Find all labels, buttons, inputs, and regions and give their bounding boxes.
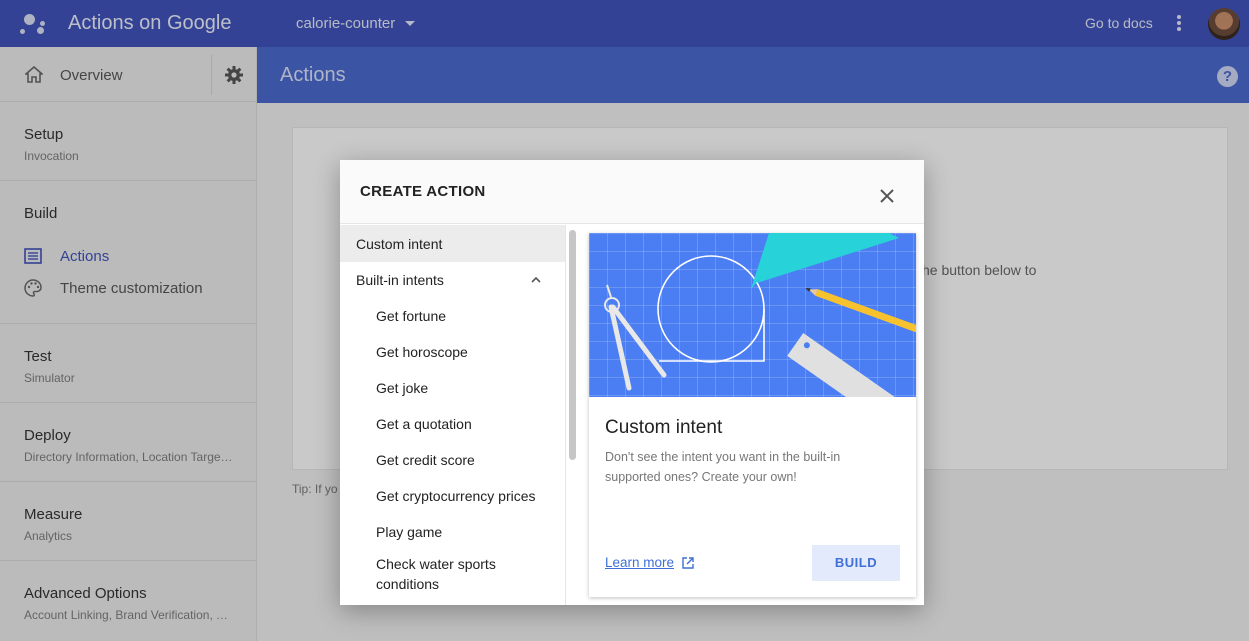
brand-name: Actions on Google	[68, 12, 232, 34]
list-item-label: Play game	[376, 524, 443, 540]
palette-icon	[24, 279, 42, 297]
sidebar-section-subtitle: Simulator	[24, 371, 75, 385]
list-item-label: Get fortune	[376, 308, 447, 324]
page-header: Actions ?	[257, 47, 1249, 103]
sidebar-section-title: Measure	[24, 506, 83, 523]
go-to-docs-link[interactable]: Go to docs	[1085, 15, 1153, 31]
blueprint-illustration	[604, 233, 916, 397]
preview-title: Custom intent	[605, 417, 723, 438]
custom-intent-illustration	[589, 233, 916, 397]
list-item-check-water-sports-conditions[interactable]: Check water sports conditions	[340, 550, 550, 598]
sidebar-section-measure[interactable]: Measure Analytics	[0, 482, 256, 561]
list-item-label: Get credit score	[376, 452, 475, 468]
sidebar-section-setup[interactable]: Setup Invocation	[0, 102, 256, 181]
sidebar-section-title: Setup	[24, 126, 64, 143]
learn-more-link[interactable]: Learn more	[605, 555, 694, 570]
list-item-get-cryptocurrency-prices[interactable]: Get cryptocurrency prices	[340, 478, 565, 514]
sidebar-section-subtitle: Account Linking, Brand Verification, Tra…	[24, 608, 234, 622]
list-item-label: Get joke	[376, 380, 429, 396]
page-title: Actions	[280, 64, 346, 86]
list-item-label: Get a quotation	[376, 416, 472, 432]
sidebar-item-label: Overview	[60, 67, 123, 84]
list-item-get-joke[interactable]: Get joke	[340, 370, 565, 406]
divider	[211, 55, 212, 95]
top-app-bar: Actions on Google calorie-counter Go to …	[0, 0, 1249, 47]
list-item-custom-intent[interactable]: Custom intent	[340, 225, 565, 262]
build-button[interactable]: BUILD	[812, 545, 900, 581]
dialog-title: CREATE ACTION	[360, 183, 486, 200]
sidebar: Overview Setup Invocation Build Actions …	[0, 47, 257, 641]
sidebar-item-overview[interactable]: Overview	[0, 47, 256, 102]
assistant-logo-icon	[18, 8, 50, 38]
sidebar-section-test[interactable]: Test Simulator	[0, 324, 256, 403]
list-item-label: Custom intent	[356, 235, 443, 252]
sidebar-section-title: Deploy	[24, 427, 71, 444]
sidebar-section-title: Advanced Options	[24, 585, 147, 602]
caret-down-icon	[405, 21, 416, 26]
list-item-label: Check water sports conditions	[376, 556, 496, 592]
chevron-up-icon	[531, 276, 541, 283]
close-icon[interactable]	[878, 187, 896, 205]
scrollbar[interactable]	[569, 230, 576, 460]
sidebar-section-title: Test	[24, 348, 52, 365]
tip-text: Tip: If yo	[292, 482, 338, 496]
card-text: he button below to	[922, 262, 1037, 278]
gear-icon[interactable]	[224, 65, 244, 85]
sidebar-item-actions[interactable]: Actions	[24, 240, 232, 272]
home-icon	[25, 66, 43, 83]
list-item-label: Get cryptocurrency prices	[376, 488, 536, 504]
sidebar-section-subtitle: Analytics	[24, 529, 73, 543]
link-label: Learn more	[605, 555, 675, 570]
list-item-label: Built-in intents	[356, 272, 444, 288]
create-action-dialog: CREATE ACTION Custom intent Built-in int…	[340, 160, 924, 605]
sidebar-item-label: Actions	[60, 247, 110, 265]
sidebar-section-advanced-options[interactable]: Advanced Options Account Linking, Brand …	[0, 561, 256, 640]
sidebar-section-deploy[interactable]: Deploy Directory Information, Location T…	[0, 403, 256, 482]
more-vert-icon[interactable]	[1172, 13, 1186, 33]
list-item-label: Get horoscope	[376, 344, 468, 360]
sidebar-section-subtitle: Directory Information, Location Targetin…	[24, 450, 234, 464]
project-name: calorie-counter	[296, 15, 396, 32]
list-icon	[24, 248, 42, 264]
intent-list: Custom intent Built-in intents Get fortu…	[340, 225, 566, 605]
list-item-get-a-quotation[interactable]: Get a quotation	[340, 406, 565, 442]
help-icon[interactable]: ?	[1217, 66, 1238, 87]
sidebar-item-theme-customization[interactable]: Theme customization	[24, 272, 232, 304]
sidebar-section-build: Build Actions Theme customization	[0, 181, 256, 324]
sidebar-section-title: Build	[24, 205, 58, 222]
avatar[interactable]	[1208, 8, 1240, 40]
list-item-built-in-intents[interactable]: Built-in intents	[340, 262, 565, 298]
sidebar-section-subtitle: Invocation	[24, 149, 79, 163]
open-in-new-icon	[682, 556, 694, 569]
intent-preview-card: Custom intent Don't see the intent you w…	[589, 233, 916, 597]
dialog-header: CREATE ACTION	[340, 160, 924, 224]
sidebar-item-label: Theme customization	[60, 279, 203, 297]
list-item-get-fortune[interactable]: Get fortune	[340, 298, 565, 334]
list-item-get-horoscope[interactable]: Get horoscope	[340, 334, 565, 370]
project-selector[interactable]: calorie-counter	[296, 15, 416, 32]
list-item-play-game[interactable]: Play game	[340, 514, 565, 550]
preview-description: Don't see the intent you want in the bui…	[605, 450, 841, 484]
list-item-get-credit-score[interactable]: Get credit score	[340, 442, 565, 478]
dialog-body: Custom intent Built-in intents Get fortu…	[340, 225, 924, 605]
